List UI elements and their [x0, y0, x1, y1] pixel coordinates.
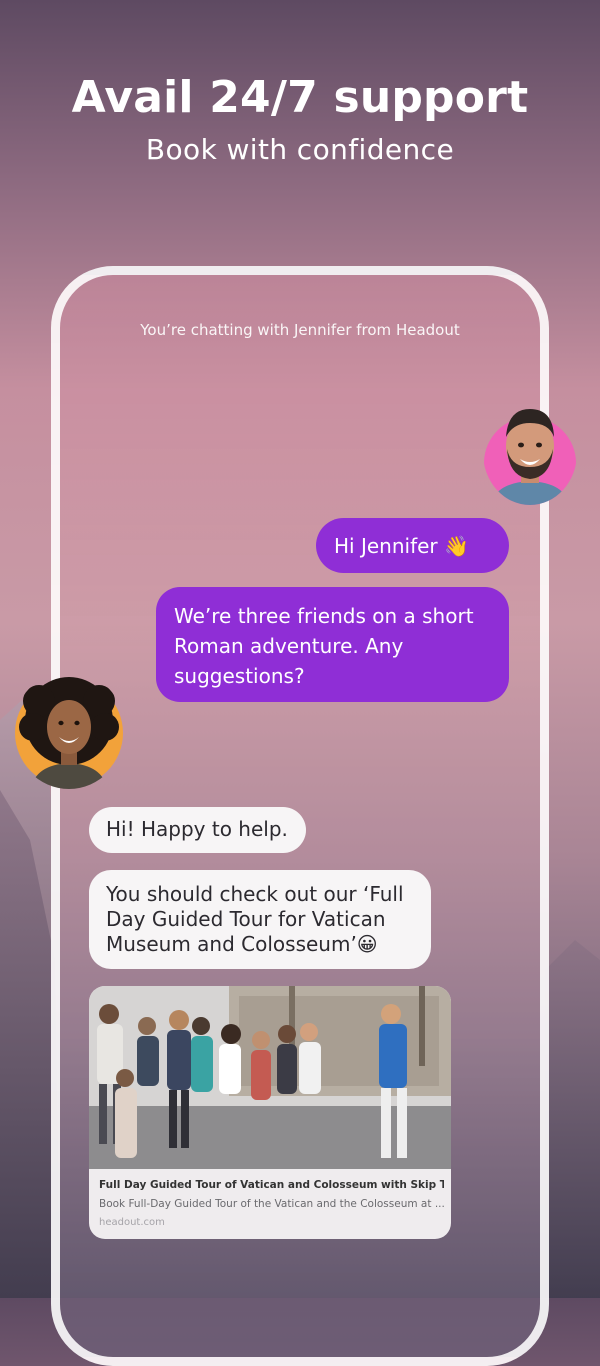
- message-text: We’re three friends on a short Roman adv…: [174, 604, 474, 688]
- card-description: Book Full-Day Guided Tour of the Vatican…: [99, 1198, 444, 1210]
- message-text: Hi Jennifer 👋: [334, 534, 469, 558]
- tour-link-card[interactable]: Full Day Guided Tour of Vatican and Colo…: [89, 986, 451, 1239]
- message-text: Hi! Happy to help.: [106, 817, 288, 841]
- agent-message-suggestion: You should check out our ‘Full Day Guide…: [89, 870, 431, 969]
- promo-subheadline: Book with confidence: [145, 133, 455, 166]
- user-avatar: [483, 401, 577, 505]
- card-title: Full Day Guided Tour of Vatican and Colo…: [99, 1179, 444, 1191]
- chat-header: You’re chatting with Jennifer from Heado…: [140, 321, 460, 339]
- agent-avatar: [13, 671, 125, 789]
- card-domain: headout.com: [99, 1217, 165, 1228]
- user-message-greeting: Hi Jennifer 👋: [316, 518, 509, 573]
- message-text: You should check out our ‘Full Day Guide…: [106, 882, 404, 956]
- agent-message-greeting: Hi! Happy to help.: [89, 807, 306, 853]
- tour-photo: [89, 986, 451, 1169]
- promo-headline: Avail 24/7 support: [71, 72, 529, 123]
- user-message-question: We’re three friends on a short Roman adv…: [156, 587, 509, 702]
